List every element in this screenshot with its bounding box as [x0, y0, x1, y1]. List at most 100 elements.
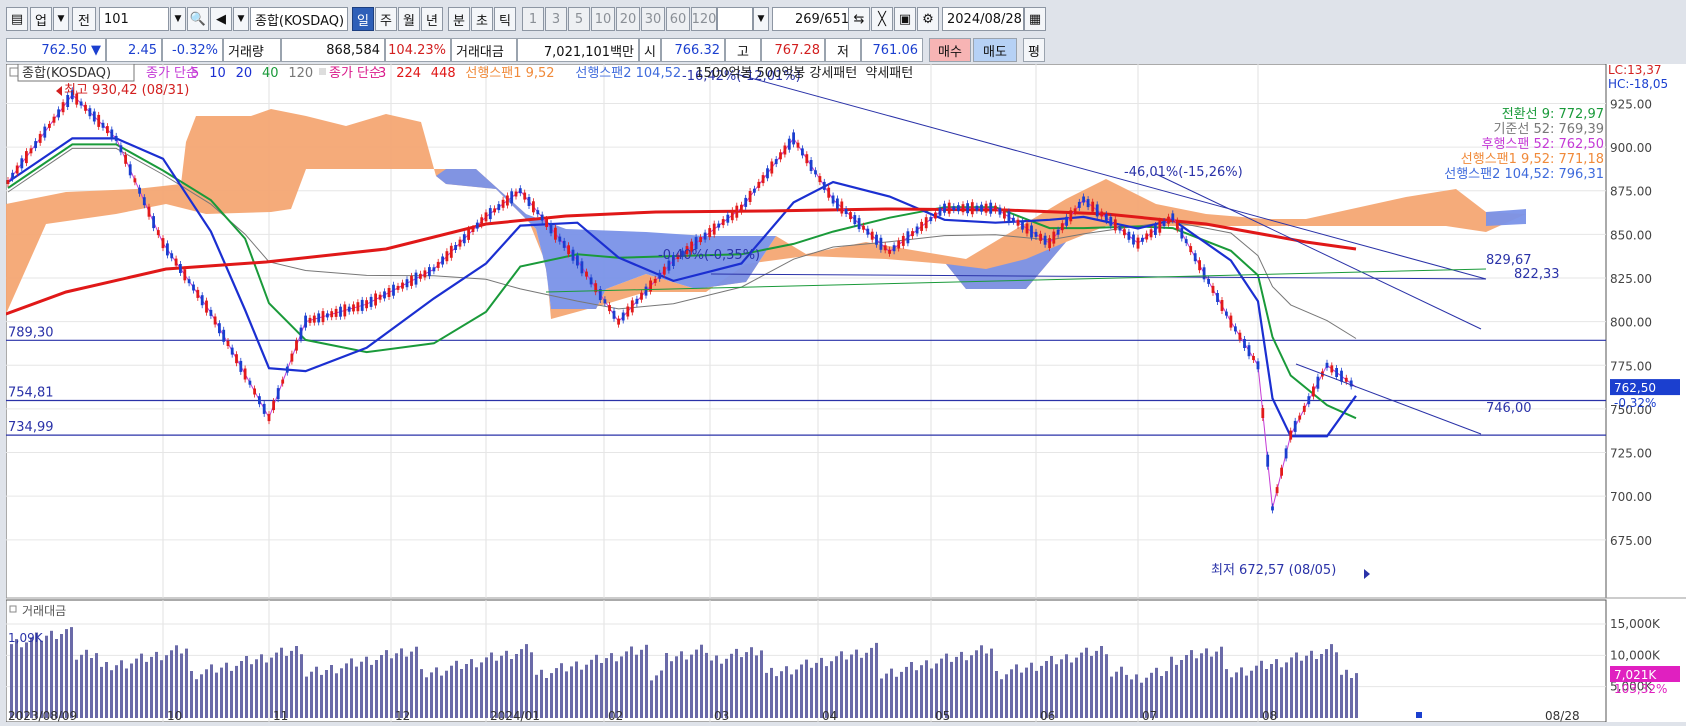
calendar-icon[interactable]: ▦: [1024, 7, 1046, 31]
volume-bar: [455, 660, 458, 718]
minute-button-20[interactable]: 20: [616, 7, 640, 31]
ichimoku-cloud-bullish-3: [1486, 209, 1526, 226]
volume-bar: [440, 675, 443, 718]
volume-bar: [160, 660, 163, 718]
volume-bar: [905, 666, 908, 718]
volume-bar: [505, 650, 508, 718]
volume-bar: [205, 669, 208, 718]
amount-label-field: 거래대금: [451, 38, 517, 62]
save-icon[interactable]: ▣: [894, 7, 916, 31]
period-button-0[interactable]: 일: [352, 7, 374, 31]
volume-bar: [400, 648, 403, 718]
level-789-label: 789,30: [8, 325, 54, 340]
minute-button-60[interactable]: 60: [666, 7, 690, 31]
minute-button-3[interactable]: 3: [545, 7, 567, 31]
volume-bar: [595, 654, 598, 718]
minute-button-10[interactable]: 10: [591, 7, 615, 31]
draw-tool-icon[interactable]: ╳: [871, 7, 893, 31]
volume-bar: [465, 664, 468, 718]
low-label: 저: [837, 44, 849, 60]
minute-button-5[interactable]: 5: [568, 7, 590, 31]
minute-button-1[interactable]: 1: [522, 7, 544, 31]
period-button-1[interactable]: 주: [375, 7, 397, 31]
volume-bar: [40, 640, 43, 718]
volume-bar: [995, 671, 998, 718]
minute-button-30[interactable]: 30: [641, 7, 665, 31]
volume-bar: [760, 650, 763, 718]
period-button-2[interactable]: 월: [398, 7, 420, 31]
volume-bar: [1185, 655, 1188, 718]
volume-bar: [315, 666, 318, 718]
volume-bar: [520, 649, 523, 718]
volume-bar: [985, 653, 988, 718]
volume-bar: [650, 680, 653, 718]
volume-bar: [1355, 673, 1358, 718]
volume-bar: [1345, 669, 1348, 718]
pct-tag: -0,32%: [1614, 396, 1656, 410]
minute-button-120[interactable]: 120: [691, 7, 717, 31]
level-754-label: 754,81: [8, 386, 54, 401]
volume-bar: [625, 651, 628, 718]
code-dropdown-icon[interactable]: ▼: [170, 7, 186, 31]
volume-bar: [855, 649, 858, 718]
speaker-dropdown-icon[interactable]: ▼: [233, 7, 249, 31]
flat-button[interactable]: 평: [1023, 38, 1045, 62]
code-input[interactable]: 101: [99, 7, 169, 31]
search-icon[interactable]: 🔍: [187, 7, 209, 31]
volume-bar: [1310, 650, 1313, 718]
volume-bar: [1125, 674, 1128, 718]
volume-bar: [20, 647, 23, 718]
custom-minute-input[interactable]: [717, 7, 753, 31]
volume-bar: [325, 670, 328, 718]
prev-button[interactable]: 전: [72, 7, 96, 31]
x-tick-label: 08/28: [1545, 709, 1580, 722]
chart-area[interactable]: 925.00 900.00 875.00 850.00 825.00 800.00 775.…: [5, 63, 1686, 723]
volume-bar: [765, 672, 768, 718]
date-input[interactable]: 2024/08/28: [942, 7, 1024, 31]
volume-bar: [1175, 664, 1178, 718]
volume-bar: [290, 650, 293, 718]
volume-bar: [1165, 671, 1168, 718]
legend-box-icon: [9, 67, 19, 77]
period-button-3[interactable]: 년: [421, 7, 443, 31]
volume-bar: [1090, 655, 1093, 718]
volume-bar: [140, 653, 143, 718]
period-button-5[interactable]: 초: [471, 7, 493, 31]
market-button[interactable]: 업: [30, 7, 52, 31]
volume-bar: [1000, 679, 1003, 718]
price-chart[interactable]: 925.00 900.00 875.00 850.00 825.00 800.00 775.…: [5, 63, 1686, 723]
volume-bar: [295, 646, 298, 718]
volume-bar: [370, 664, 373, 718]
volume-bar: [135, 658, 138, 718]
volume-bar: [990, 648, 993, 718]
volume-bar: [475, 667, 478, 718]
volume-bar: [590, 659, 593, 718]
gear-icon[interactable]: ⚙: [917, 7, 939, 31]
x-tick-label: 2023/08/09: [8, 709, 77, 722]
indicator-icon[interactable]: ⇆: [848, 7, 870, 31]
volume-value: 868,584: [326, 42, 380, 58]
volume-bar: [730, 653, 733, 718]
speaker-icon[interactable]: ◀: [210, 7, 232, 31]
layout-icon[interactable]: ▤: [6, 7, 28, 31]
custom-minute-dropdown-icon[interactable]: ▼: [753, 7, 769, 31]
volume-marker-icon: [1416, 712, 1422, 718]
volume-ratio-field: 104.23%: [385, 38, 451, 62]
volume-bar: [255, 659, 258, 718]
volume-bar: [745, 652, 748, 718]
market-dropdown-icon[interactable]: ▼: [53, 7, 69, 31]
toolbar: ▤ 업 ▼ 전 101 ▼ 🔍 ◀ ▼ 종합(KOSDAQ) 일주월년분초틱 1…: [0, 0, 1686, 37]
volume-bar: [1295, 652, 1298, 718]
volume-bar: [885, 673, 888, 718]
period-button-6[interactable]: 틱: [494, 7, 516, 31]
volume-bar: [755, 655, 758, 718]
change-pct-field: -0.32%: [162, 38, 223, 62]
sell-button[interactable]: 매도: [973, 38, 1017, 62]
volume-bar: [795, 669, 798, 718]
count-field[interactable]: 269/651: [772, 7, 852, 31]
period-button-4[interactable]: 분: [448, 7, 470, 31]
buy-button[interactable]: 매수: [929, 38, 971, 62]
volume-bar: [880, 678, 883, 718]
change-pct-value: -0.32%: [172, 42, 218, 58]
volume-pct-tag: 103,32%: [1614, 682, 1667, 696]
